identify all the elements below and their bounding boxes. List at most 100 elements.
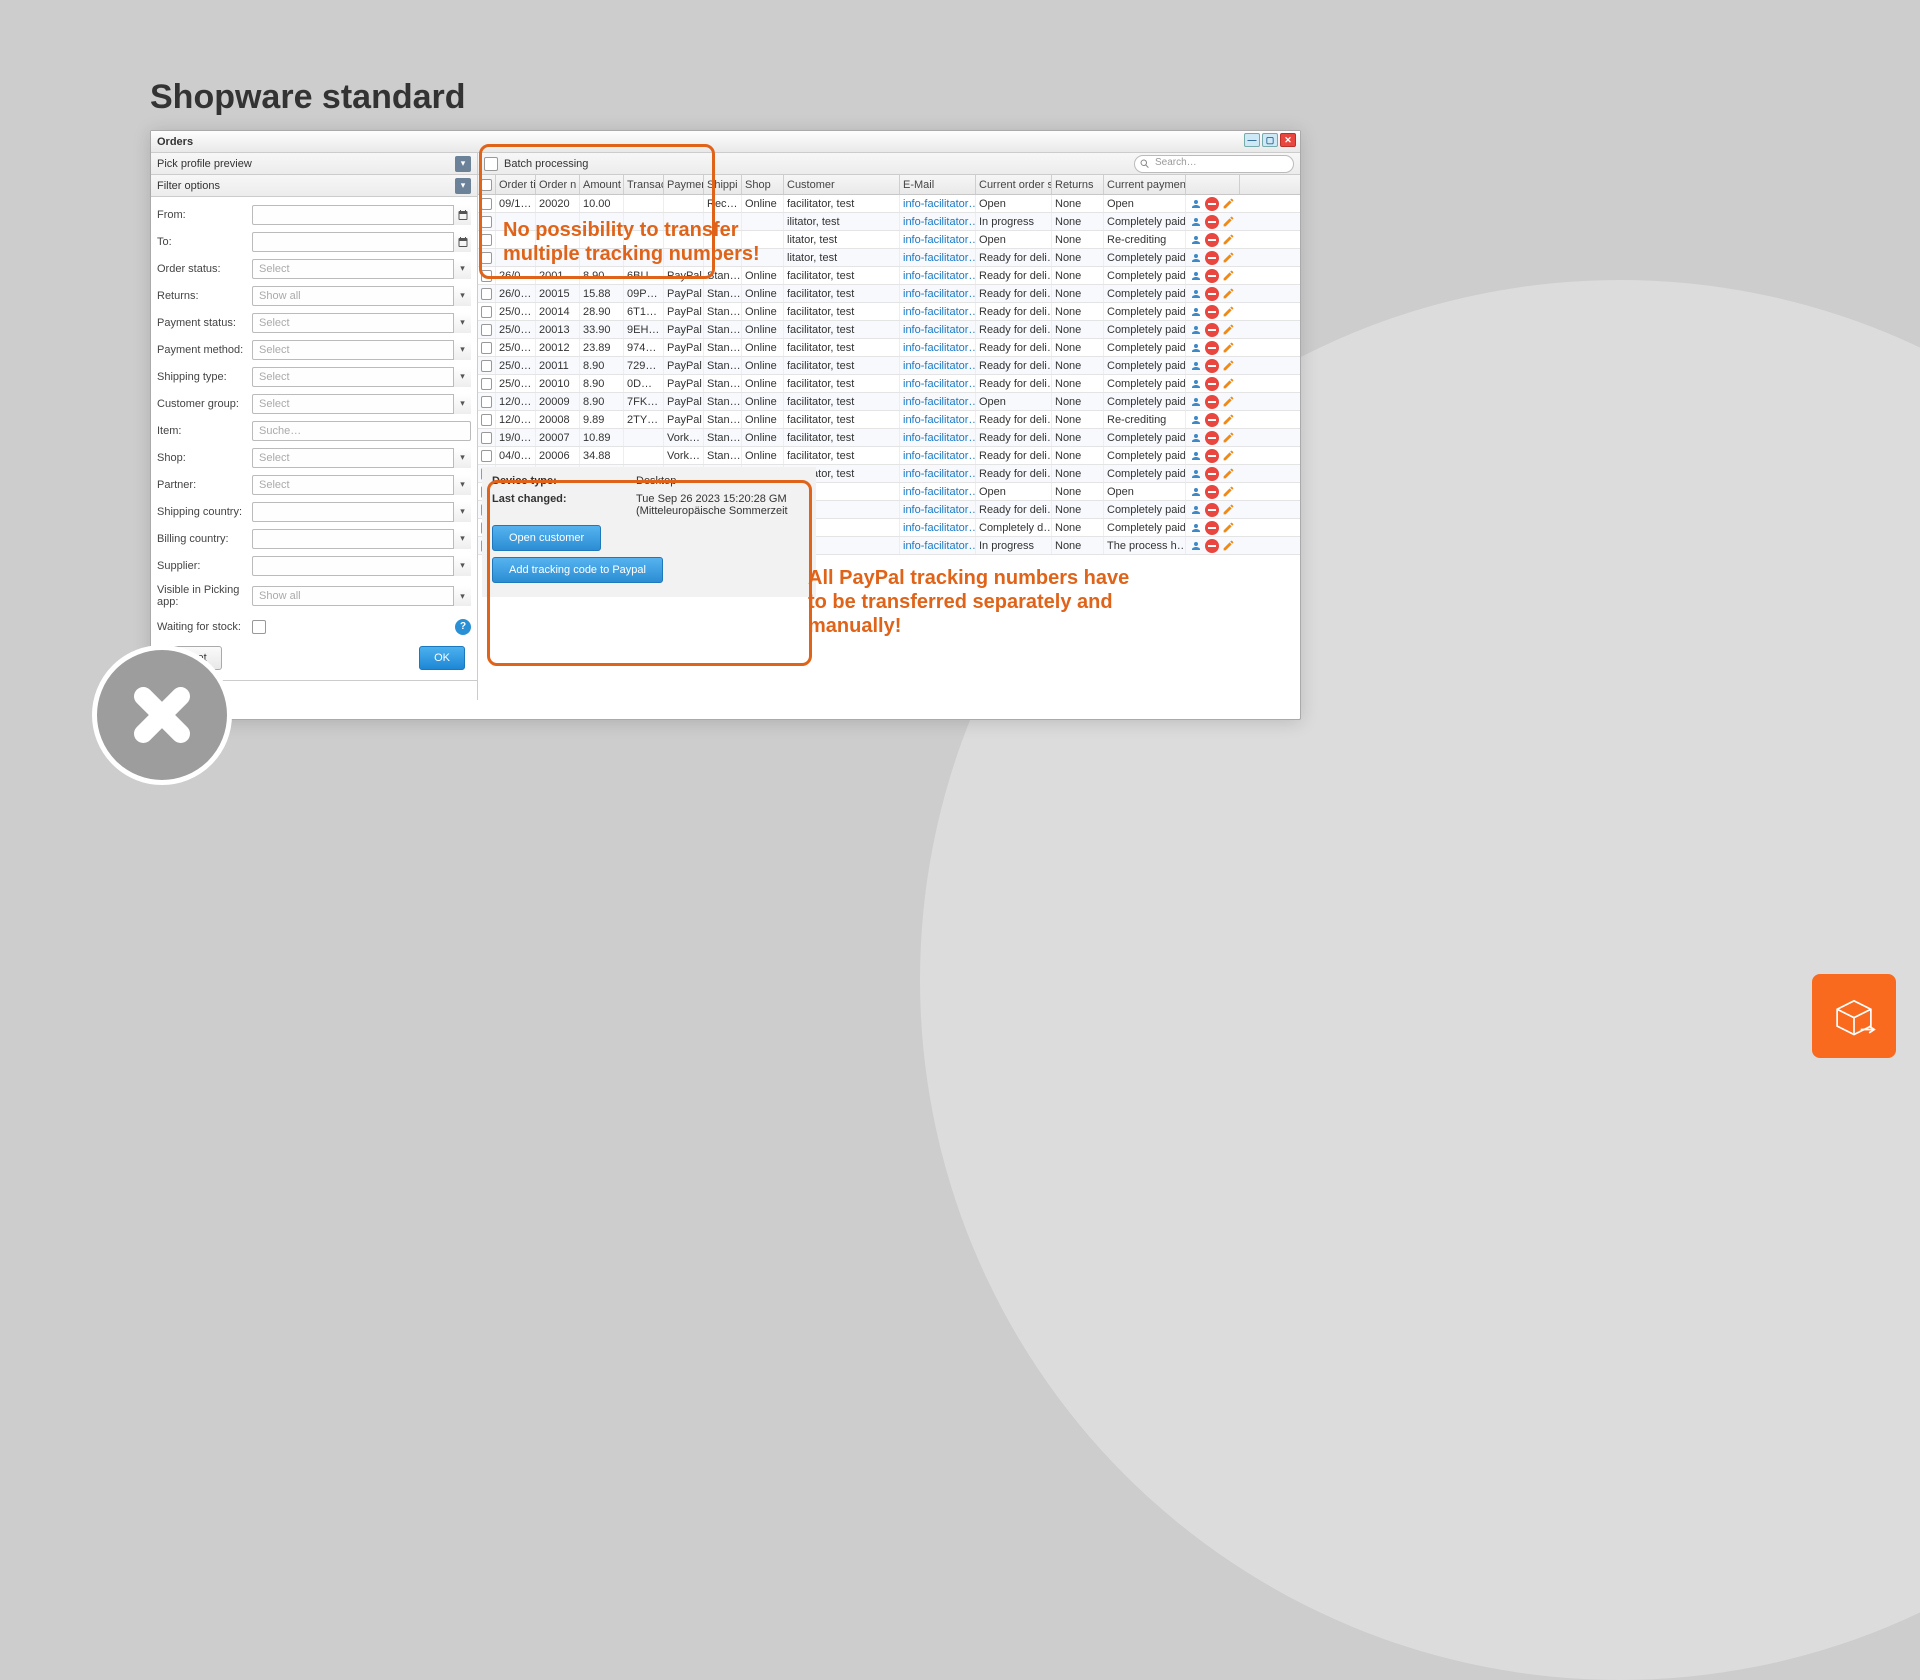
edit-icon[interactable] [1221,413,1235,427]
user-icon[interactable] [1189,359,1203,373]
delete-icon[interactable] [1205,539,1219,553]
pick-profile-header[interactable]: Pick profile preview ▾ [151,153,477,175]
row-checkbox[interactable] [481,342,492,354]
table-row[interactable]: 25/0…200118.90729…PayPalStan…Onlinefacil… [478,357,1300,375]
delete-icon[interactable] [1205,395,1219,409]
search-field[interactable]: Search… [1134,155,1294,173]
user-icon[interactable] [1189,395,1203,409]
user-icon[interactable] [1189,413,1203,427]
edit-icon[interactable] [1221,449,1235,463]
returns-select[interactable]: Show all [252,286,471,306]
customer-group-select[interactable]: Select [252,394,471,414]
table-row[interactable]: 19/0…2000710.89Vork…Stan…Onlinefacilitat… [478,429,1300,447]
window-close-button[interactable]: ✕ [1280,133,1296,147]
col-status[interactable]: Current order stat [976,175,1052,194]
table-row[interactable]: 04/0…2000634.88Vork…Stan…Onlinefacilitat… [478,447,1300,465]
user-icon[interactable] [1189,431,1203,445]
cell-email[interactable]: info-facilitator… [900,231,976,248]
cell-email[interactable]: info-facilitator… [900,375,976,392]
cell-email[interactable]: info-facilitator… [900,267,976,284]
delete-icon[interactable] [1205,467,1219,481]
window-minimize-button[interactable]: — [1244,133,1260,147]
user-icon[interactable] [1189,287,1203,301]
delete-icon[interactable] [1205,323,1219,337]
edit-icon[interactable] [1221,197,1235,211]
edit-icon[interactable] [1221,377,1235,391]
delete-icon[interactable] [1205,485,1219,499]
row-checkbox[interactable] [481,432,492,444]
cell-email[interactable]: info-facilitator… [900,519,976,536]
cell-email[interactable]: info-facilitator… [900,339,976,356]
ok-button[interactable]: OK [419,646,465,670]
chevron-down-icon[interactable]: ▾ [453,529,471,549]
visible-picking-select[interactable]: Show all [252,586,471,606]
help-icon[interactable]: ? [455,619,471,635]
partner-select[interactable]: Select [252,475,471,495]
chevron-down-icon[interactable]: ▾ [453,340,471,360]
user-icon[interactable] [1189,323,1203,337]
table-row[interactable]: 25/0…2001333.909EH…PayPalStan…Onlinefaci… [478,321,1300,339]
row-checkbox[interactable] [481,396,492,408]
user-icon[interactable] [1189,215,1203,229]
edit-icon[interactable] [1221,269,1235,283]
billing-country-select[interactable] [252,529,471,549]
row-checkbox[interactable] [481,450,492,462]
payment-method-select[interactable]: Select [252,340,471,360]
delete-icon[interactable] [1205,287,1219,301]
cell-email[interactable]: info-facilitator… [900,537,976,554]
window-maximize-button[interactable]: ▢ [1262,133,1278,147]
order-status-select[interactable]: Select [252,259,471,279]
edit-icon[interactable] [1221,395,1235,409]
chevron-down-icon[interactable]: ▾ [455,178,471,194]
table-row[interactable]: 25/0…200108.900D…PayPalStan…Onlinefacili… [478,375,1300,393]
edit-icon[interactable] [1221,305,1235,319]
table-row[interactable]: 25/0…2001223.89974…PayPalStan…Onlinefaci… [478,339,1300,357]
waiting-stock-checkbox[interactable] [252,620,266,634]
edit-icon[interactable] [1221,323,1235,337]
row-checkbox[interactable] [481,324,492,336]
user-icon[interactable] [1189,449,1203,463]
row-checkbox[interactable] [481,288,492,300]
col-customer[interactable]: Customer [784,175,900,194]
edit-icon[interactable] [1221,233,1235,247]
user-icon[interactable] [1189,539,1203,553]
edit-icon[interactable] [1221,287,1235,301]
row-checkbox[interactable] [481,378,492,390]
edit-icon[interactable] [1221,539,1235,553]
col-email[interactable]: E-Mail [900,175,976,194]
edit-icon[interactable] [1221,251,1235,265]
cell-email[interactable]: info-facilitator… [900,483,976,500]
from-input[interactable] [252,205,471,225]
delete-icon[interactable] [1205,449,1219,463]
cell-email[interactable]: info-facilitator… [900,249,976,266]
user-icon[interactable] [1189,197,1203,211]
delete-icon[interactable] [1205,215,1219,229]
shipping-type-select[interactable]: Select [252,367,471,387]
delete-icon[interactable] [1205,269,1219,283]
cell-email[interactable]: info-facilitator… [900,213,976,230]
table-row[interactable]: 26/0…2001515.8809P…PayPalStan…Onlinefaci… [478,285,1300,303]
user-icon[interactable] [1189,251,1203,265]
cell-email[interactable]: info-facilitator… [900,195,976,212]
chevron-down-icon[interactable]: ▾ [453,556,471,576]
user-icon[interactable] [1189,233,1203,247]
cell-email[interactable]: info-facilitator… [900,447,976,464]
table-row[interactable]: 25/0…2001428.906T1…PayPalStan…Onlinefaci… [478,303,1300,321]
delete-icon[interactable] [1205,503,1219,517]
edit-icon[interactable] [1221,359,1235,373]
delete-icon[interactable] [1205,431,1219,445]
cell-email[interactable]: info-facilitator… [900,501,976,518]
delete-icon[interactable] [1205,197,1219,211]
user-icon[interactable] [1189,503,1203,517]
col-returns[interactable]: Returns [1052,175,1104,194]
delete-icon[interactable] [1205,413,1219,427]
supplier-select[interactable] [252,556,471,576]
cell-email[interactable]: info-facilitator… [900,357,976,374]
row-checkbox[interactable] [481,306,492,318]
user-icon[interactable] [1189,467,1203,481]
user-icon[interactable] [1189,521,1203,535]
chevron-down-icon[interactable]: ▾ [453,475,471,495]
table-row[interactable]: 12/0…200089.892TY…PayPalStan…Onlinefacil… [478,411,1300,429]
edit-icon[interactable] [1221,467,1235,481]
cell-email[interactable]: info-facilitator… [900,321,976,338]
